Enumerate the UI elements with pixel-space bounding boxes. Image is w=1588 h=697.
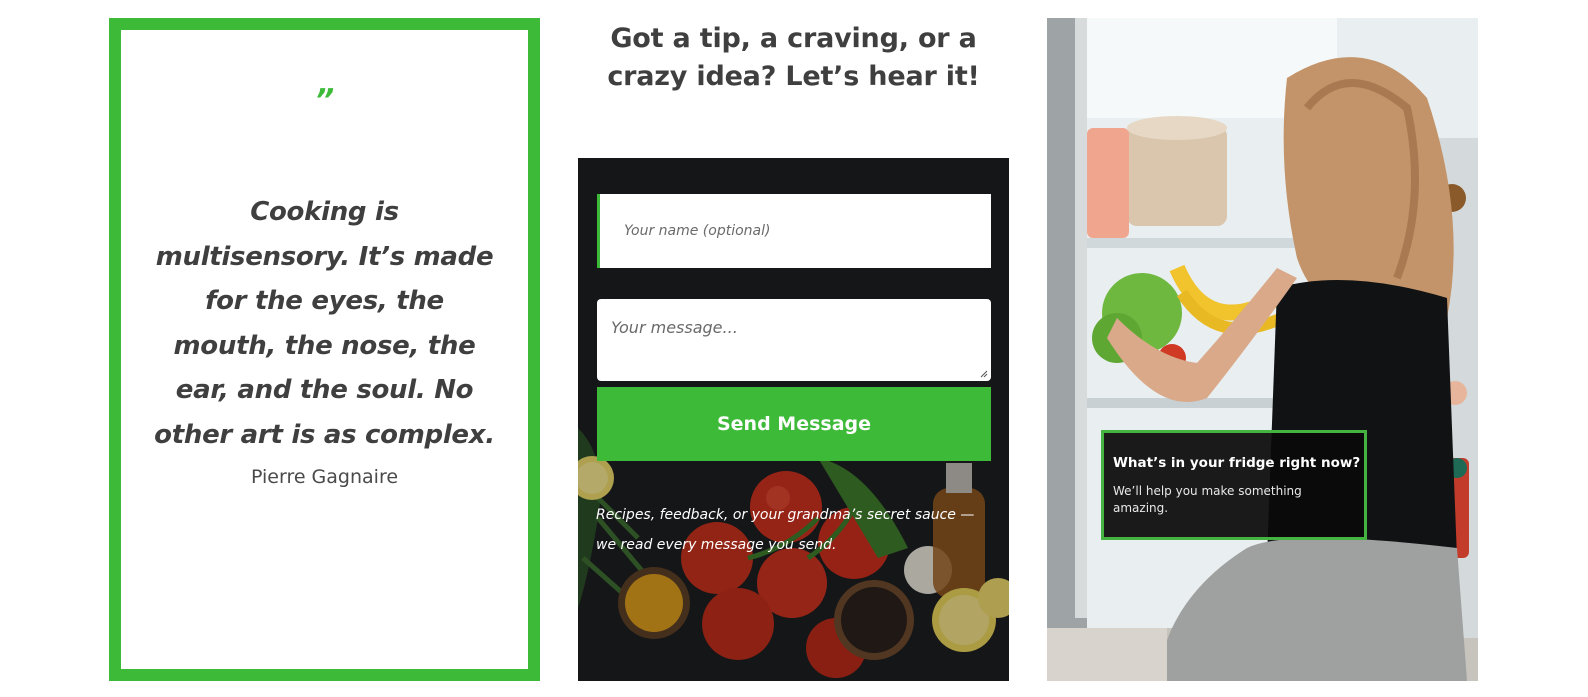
quote-author: Pierre Gagnaire: [250, 466, 399, 488]
send-message-button[interactable]: Send Message: [597, 387, 991, 461]
quote-text: Cooking is multisensory. It’s made for t…: [154, 197, 495, 450]
name-field[interactable]: Your name (optional): [597, 194, 991, 268]
promo-title: What’s in your fridge right now?: [1113, 455, 1361, 471]
promo-text: We’ll help you make something amazing.: [1113, 484, 1302, 515]
form-note: Recipes, feedback, or your grandma’s sec…: [596, 507, 975, 553]
message-placeholder: Your message...: [611, 318, 738, 337]
name-placeholder: Your name (optional): [624, 223, 771, 239]
fridge-photo-panel: What’s in your fridge right now? We’ll h…: [1047, 18, 1478, 681]
fridge-promo-box: What’s in your fridge right now? We’ll h…: [1101, 430, 1367, 540]
contact-heading: Got a tip, a craving, or a crazy idea? L…: [607, 23, 980, 92]
contact-form-panel: Your name (optional) Your message... Sen…: [578, 158, 1009, 681]
message-field[interactable]: Your message...: [597, 299, 991, 381]
quote-mark-icon: ”: [314, 83, 335, 118]
quote-card: ” Cooking is multisensory. It’s made for…: [109, 18, 540, 681]
fridge-photo-image: [1047, 18, 1478, 681]
resize-handle-icon[interactable]: [980, 370, 988, 378]
